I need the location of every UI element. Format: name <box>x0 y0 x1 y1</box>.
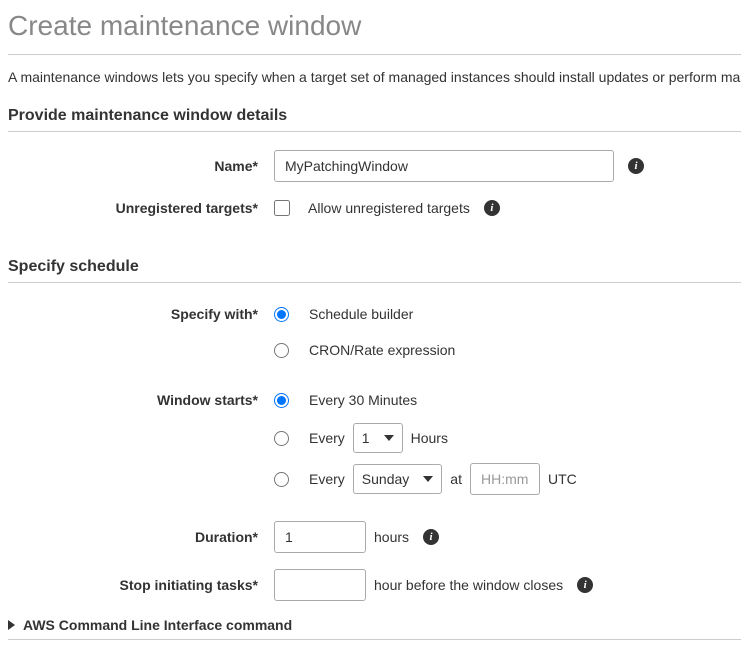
specify-with-radio-cron[interactable] <box>274 343 289 358</box>
duration-suffix: hours <box>374 529 409 545</box>
page-description: A maintenance windows lets you specify w… <box>8 69 741 85</box>
day-select[interactable]: Sunday <box>353 464 442 494</box>
duration-label: Duration* <box>8 529 274 545</box>
divider <box>8 54 741 55</box>
schedule-heading: Specify schedule <box>8 258 741 276</box>
info-icon[interactable]: i <box>423 529 439 545</box>
stop-tasks-label: Stop initiating tasks* <box>8 577 274 593</box>
window-starts-every-label2: Every <box>309 471 345 487</box>
time-input[interactable] <box>470 463 540 495</box>
stop-tasks-suffix: hour before the window closes <box>374 577 563 593</box>
info-icon[interactable]: i <box>628 158 644 174</box>
cli-command-expander[interactable]: AWS Command Line Interface command <box>8 617 741 633</box>
window-starts-radio-30min[interactable] <box>274 393 289 408</box>
page-title: Create maintenance window <box>8 10 741 42</box>
info-icon[interactable]: i <box>577 577 593 593</box>
window-starts-label: Window starts* <box>8 392 274 408</box>
hours-select-value: 1 <box>362 430 370 446</box>
utc-label: UTC <box>548 471 577 487</box>
unregistered-targets-label: Unregistered targets* <box>8 200 274 216</box>
window-starts-radio-hours[interactable] <box>274 431 289 446</box>
chevron-right-icon <box>8 620 15 630</box>
cli-command-label: AWS Command Line Interface command <box>23 617 292 633</box>
specify-with-label: Specify with* <box>8 306 274 322</box>
window-starts-radio-day[interactable] <box>274 472 289 487</box>
at-label: at <box>450 471 462 487</box>
divider <box>8 639 741 640</box>
window-starts-every-label: Every <box>309 430 345 446</box>
specify-with-builder-label: Schedule builder <box>309 306 413 322</box>
hours-select[interactable]: 1 <box>353 423 403 453</box>
chevron-down-icon <box>423 476 433 482</box>
divider <box>8 282 741 283</box>
window-starts-30min-label: Every 30 Minutes <box>309 392 417 408</box>
stop-tasks-input[interactable] <box>274 569 366 601</box>
divider <box>8 131 741 132</box>
chevron-down-icon <box>384 435 394 441</box>
duration-input[interactable] <box>274 521 366 553</box>
specify-with-radio-builder[interactable] <box>274 307 289 322</box>
unregistered-targets-checkbox[interactable] <box>274 200 290 216</box>
name-input[interactable] <box>274 150 614 182</box>
hours-suffix-label: Hours <box>411 430 448 446</box>
name-label: Name* <box>8 158 274 174</box>
info-icon[interactable]: i <box>484 200 500 216</box>
details-heading: Provide maintenance window details <box>8 107 741 125</box>
day-select-value: Sunday <box>362 471 409 487</box>
unregistered-targets-checkbox-label: Allow unregistered targets <box>308 200 470 216</box>
specify-with-cron-label: CRON/Rate expression <box>309 342 455 358</box>
